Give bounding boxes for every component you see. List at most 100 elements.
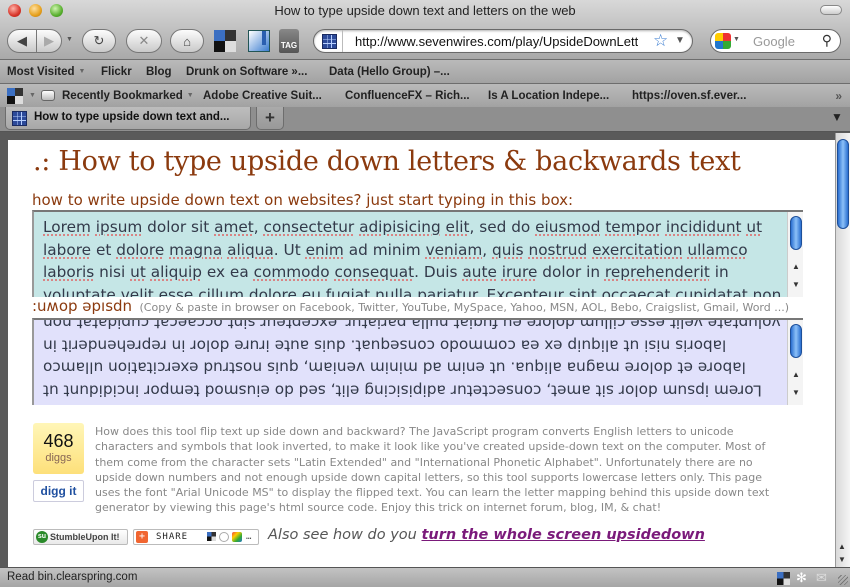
engine-dropdown-icon[interactable]: ▼	[733, 36, 740, 43]
input-textarea[interactable]: Lorem ipsum dolor sit amet, consectetur …	[32, 210, 803, 297]
output-scrollbar[interactable]: ▲ ▼	[787, 320, 803, 405]
spellcheck-word: aliquip	[150, 263, 202, 281]
back-arrow-icon: ◀	[17, 33, 27, 48]
spellcheck-word: laboris	[43, 263, 95, 281]
bookmark-recently-bookmarked[interactable]: Recently Bookmarked ▼	[62, 90, 194, 102]
stumbleupon-button[interactable]: su StumbleUpon It!	[33, 529, 128, 545]
google-engine-icon[interactable]	[715, 33, 731, 49]
input-scrollbar[interactable]: ▲ ▼	[787, 212, 803, 297]
url-dropdown-icon[interactable]: ▼	[675, 35, 685, 46]
spellcheck-word: sint	[568, 285, 597, 298]
resize-grip-icon[interactable]	[838, 575, 848, 585]
home-button[interactable]: ⌂	[170, 29, 204, 53]
back-button[interactable]: ◀	[7, 29, 37, 53]
toolbar-toggle-button[interactable]	[820, 5, 842, 15]
spellcheck-word: occaecat	[601, 285, 671, 298]
stop-button[interactable]: ✕	[126, 29, 162, 53]
spellcheck-word: pariatur	[417, 285, 477, 298]
digg-it-button[interactable]: digg it	[33, 480, 84, 502]
tab-list-icon[interactable]: ▼	[828, 110, 846, 128]
spellcheck-word: aliqua	[227, 240, 274, 259]
spellcheck-word: aute	[462, 263, 497, 281]
digg-count-label: diggs	[45, 452, 72, 464]
delicious-icon[interactable]	[214, 30, 236, 52]
page-title: .: How to type upside down letters & bac…	[33, 146, 741, 177]
search-icon[interactable]: ⚲	[822, 32, 832, 49]
search-box[interactable]: ▼ Google ⚲	[710, 29, 841, 53]
search-input[interactable]: Google	[753, 34, 795, 49]
more-icon: …	[246, 532, 252, 542]
delicious-status-icon[interactable]	[777, 572, 790, 585]
share-button[interactable]: + SHARE …	[133, 529, 259, 545]
url-input[interactable]: http://www.sevenwires.com/play/UpsideDow…	[355, 34, 638, 49]
spellcheck-word: enim	[305, 240, 344, 259]
bookmark-oven-sf[interactable]: https://oven.sf.ever...	[632, 90, 746, 102]
bookmark-star-icon[interactable]: ☆	[653, 31, 668, 51]
snowflake-icon[interactable]: ✻	[796, 570, 807, 586]
bookmark-most-visited[interactable]: Most Visited ▼	[7, 66, 85, 78]
spellcheck-word: eiusmod	[535, 218, 601, 236]
bookmark-drunk-on-software[interactable]: Drunk on Software »...	[186, 66, 307, 78]
chevron-down-icon[interactable]: ▼	[29, 92, 36, 99]
addthis-plus-icon: +	[136, 531, 148, 543]
mail-icon[interactable]: ✉	[816, 570, 827, 586]
history-dropdown-icon[interactable]: ▼	[66, 36, 73, 43]
description-paragraph: How does this tool flip text up side dow…	[95, 425, 770, 515]
output-text[interactable]: Lorem ipsum dolor sit amet, consectetur …	[43, 320, 783, 401]
more-bookmarks-icon[interactable]: »	[835, 89, 842, 103]
spellcheck-word: Excepteur	[486, 285, 564, 298]
bookmark-data-hello-group[interactable]: Data (Hello Group) –...	[329, 66, 450, 78]
chevron-down-icon: ▼	[78, 68, 86, 76]
page-scrollbar[interactable]: ▲ ▼	[835, 133, 850, 567]
spellcheck-word: nostrud	[528, 240, 588, 259]
spellcheck-word: cupidatat	[675, 285, 748, 298]
input-prompt: how to write upside down text on website…	[32, 191, 574, 209]
bookmark-blog[interactable]: Blog	[146, 66, 172, 78]
scroll-thumb[interactable]	[790, 216, 802, 250]
scroll-up-icon[interactable]: ▲	[792, 262, 800, 271]
reload-button[interactable]: ↻	[82, 29, 116, 53]
bookmark-confluencefx[interactable]: ConfluenceFX – Rich...	[345, 90, 470, 102]
spellcheck-word: velit	[120, 285, 154, 298]
tab-upside-down-text[interactable]: How to type upside down text and...	[5, 107, 251, 130]
site-favicon-icon	[322, 34, 337, 49]
tag-icon[interactable]: TAG	[279, 29, 299, 53]
scroll-down-icon[interactable]: ▼	[838, 555, 846, 564]
scroll-down-icon[interactable]: ▼	[792, 280, 800, 289]
output-textarea[interactable]: Lorem ipsum dolor sit amet, consectetur …	[32, 318, 803, 405]
spellcheck-word: consequat	[334, 263, 415, 281]
bookmarks-toolbar: Most Visited ▼ Flickr Blog Drunk on Softw…	[0, 60, 850, 84]
scroll-down-icon[interactable]: ▼	[792, 388, 800, 397]
url-divider	[342, 30, 343, 52]
upside-down-label: :uʍop ǝpısdn	[32, 297, 133, 315]
delicious-icon[interactable]	[7, 88, 23, 104]
bookmarks-sidebar-icon[interactable]	[248, 30, 270, 52]
tag-label: TAG	[280, 41, 298, 50]
bookmark-folder-icon	[41, 90, 55, 101]
forward-button[interactable]: ▶	[36, 29, 62, 53]
scroll-up-icon[interactable]: ▲	[792, 370, 800, 379]
page-content: .: How to type upside down letters & bac…	[8, 140, 835, 567]
bookmark-flickr[interactable]: Flickr	[101, 66, 132, 78]
bookmark-location-independent[interactable]: Is A Location Indepe...	[488, 90, 609, 102]
spellcheck-word: quis	[492, 240, 524, 259]
bookmark-adobe-creative-suite[interactable]: Adobe Creative Suit...	[203, 90, 322, 102]
new-tab-button[interactable]: +	[256, 107, 284, 130]
spellcheck-word: ullamco	[687, 240, 748, 259]
digg-count-badge[interactable]: 468 diggs	[33, 423, 84, 474]
spellcheck-word: incididunt	[665, 218, 742, 236]
spellcheck-word: reprehenderit	[604, 263, 710, 281]
page-scroll-thumb[interactable]	[837, 139, 849, 229]
input-text[interactable]: Lorem ipsum dolor sit amet, consectetur …	[43, 216, 783, 297]
chevron-down-icon: ▼	[186, 92, 194, 100]
url-bar[interactable]: http://www.sevenwires.com/play/UpsideDow…	[313, 29, 693, 53]
tab-bar: How to type upside down text and... + ▼	[0, 107, 850, 132]
scroll-up-icon[interactable]: ▲	[838, 542, 846, 551]
spellcheck-word: magna	[169, 240, 223, 259]
turn-screen-upsidedown-link[interactable]: turn the whole screen upsidedown	[421, 527, 704, 543]
scroll-thumb[interactable]	[790, 324, 802, 358]
spellcheck-word: labore	[43, 240, 92, 259]
bookmarks-toolbar-secondary: ▼ Recently Bookmarked ▼ Adobe Creative Su…	[0, 84, 850, 108]
spellcheck-word: ipsum	[95, 218, 143, 236]
status-text: Read bin.clearspring.com	[7, 571, 138, 583]
